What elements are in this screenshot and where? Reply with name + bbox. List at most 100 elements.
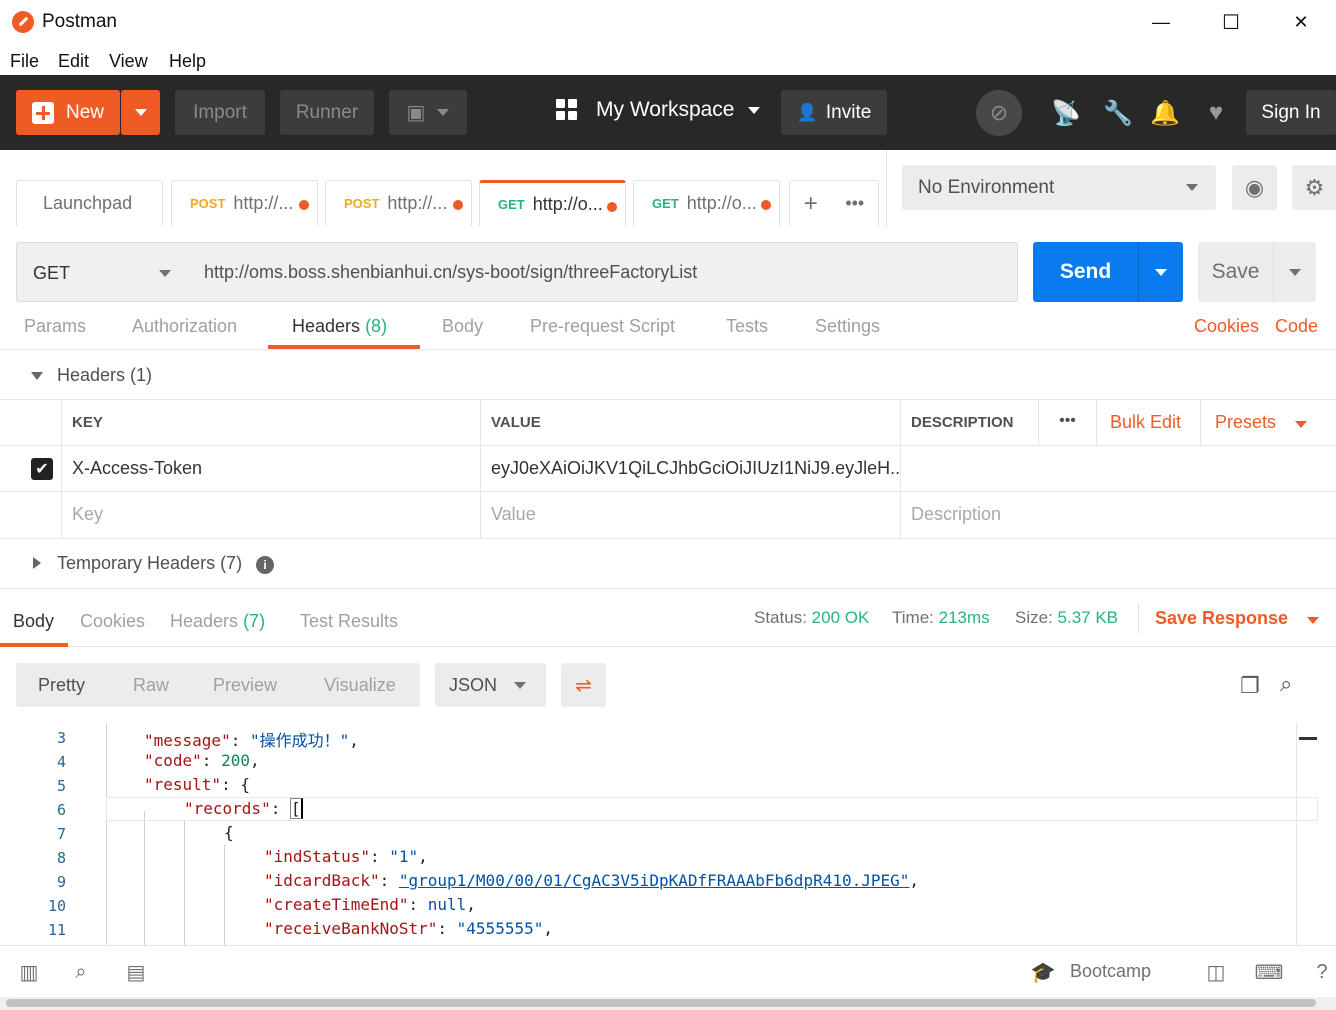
tab-body[interactable]: Body: [442, 316, 483, 337]
status-value: 200 OK: [811, 608, 870, 627]
wrench-icon[interactable]: 🔧: [1103, 99, 1133, 127]
add-tab-icon[interactable]: +: [804, 190, 818, 218]
tab-tests[interactable]: Tests: [726, 316, 768, 337]
two-pane-view-icon[interactable]: ◫: [1203, 960, 1229, 984]
tab-request[interactable]: POST http://...: [325, 180, 472, 226]
send-dropdown-button[interactable]: [1138, 242, 1183, 302]
bootcamp-link[interactable]: Bootcamp: [1070, 961, 1151, 982]
menu-edit[interactable]: Edit: [58, 51, 89, 72]
tab-request[interactable]: GET http://o...: [633, 180, 780, 226]
info-icon[interactable]: i: [256, 556, 275, 574]
environment-select[interactable]: No Environment: [902, 165, 1216, 210]
tab-request[interactable]: POST http://...: [171, 180, 318, 226]
mode-visualize[interactable]: Visualize: [324, 675, 396, 696]
search-icon[interactable]: ⌕: [1280, 671, 1292, 697]
code-line: "result": {: [144, 775, 250, 794]
save-dropdown-button[interactable]: [1273, 242, 1316, 302]
save-button[interactable]: Save: [1198, 242, 1273, 302]
chevron-down-icon: [1289, 268, 1301, 276]
table-header-row: KEY VALUE DESCRIPTION ••• Bulk Edit Pres…: [0, 399, 1336, 446]
tab-prerequest-script[interactable]: Pre-request Script: [530, 316, 675, 337]
resp-tab-headers[interactable]: Headers (7): [170, 611, 265, 632]
tab-headers[interactable]: Headers (8): [292, 316, 387, 337]
json-link[interactable]: "group1/M00/00/01/CgAC3V5iDpKADfFRAAAbFb…: [399, 871, 910, 890]
format-select[interactable]: JSON: [435, 663, 546, 707]
tab-request-active[interactable]: GET http://o...: [479, 180, 626, 226]
vertical-scrollbar[interactable]: [1296, 723, 1318, 945]
horizontal-scrollbar[interactable]: [0, 997, 1336, 1010]
workspace-selector[interactable]: My Workspace: [556, 98, 761, 122]
headers-section-toggle[interactable]: Headers (1): [0, 350, 1336, 400]
tab-method: GET: [652, 196, 679, 211]
gear-icon[interactable]: ⚙: [1292, 165, 1336, 210]
method-select[interactable]: GET: [16, 242, 190, 302]
console-icon[interactable]: ▤: [123, 960, 149, 984]
save-response-dropdown[interactable]: Save Response: [1155, 608, 1320, 629]
header-value-cell[interactable]: eyJ0eXAiOiJKV1QiLCJhbGciOiJIUzI1NiJ9.eyJ…: [480, 446, 901, 492]
keyboard-shortcuts-icon[interactable]: ⌨: [1255, 960, 1284, 984]
json-string: "4555555": [456, 919, 544, 938]
satellite-icon[interactable]: 📡: [1051, 99, 1081, 127]
resp-tab-cookies[interactable]: Cookies: [80, 611, 145, 632]
bootcamp-icon[interactable]: 🎓: [1030, 960, 1056, 984]
wrap-lines-icon[interactable]: ⇌: [561, 663, 606, 707]
tab-params[interactable]: Params: [24, 316, 86, 337]
menu-file[interactable]: File: [10, 51, 39, 72]
resp-tab-body[interactable]: Body: [13, 611, 54, 632]
import-button[interactable]: Import: [175, 90, 265, 135]
header-description-cell[interactable]: [900, 446, 1336, 492]
postman-logo-icon: [12, 11, 34, 33]
tab-authorization[interactable]: Authorization: [132, 316, 237, 337]
resp-tab-test-results[interactable]: Test Results: [300, 611, 398, 632]
sidebar-toggle-icon[interactable]: ▥: [16, 960, 42, 984]
invite-button[interactable]: 👤 Invite: [781, 90, 887, 135]
find-icon[interactable]: ⌕: [68, 960, 94, 984]
mode-preview[interactable]: Preview: [213, 675, 277, 696]
cookies-link[interactable]: Cookies: [1194, 316, 1259, 337]
new-description-input[interactable]: Description: [900, 492, 1336, 538]
mode-pretty[interactable]: Pretty: [38, 675, 85, 696]
tab-launchpad[interactable]: Launchpad: [16, 180, 163, 226]
response-toolbar: Pretty Raw Preview Visualize JSON ⇌ ❐ ⌕: [0, 647, 1336, 723]
response-body-editor[interactable]: 3 "message": "操作成功！", 4 "code": 200, 5 "…: [0, 723, 1336, 945]
new-value-input[interactable]: Value: [480, 492, 901, 538]
new-dropdown-button[interactable]: [121, 90, 160, 135]
new-key-input[interactable]: Key: [61, 492, 481, 538]
sign-in-button[interactable]: Sign In: [1246, 90, 1336, 135]
temporary-headers-toggle[interactable]: Temporary Headers (7) i: [0, 538, 1336, 588]
menu-help[interactable]: Help: [169, 51, 206, 72]
heart-icon[interactable]: ♥: [1202, 99, 1230, 127]
minimize-button[interactable]: —: [1126, 0, 1196, 44]
request-tabs-bar: Launchpad POST http://... POST http://..…: [0, 150, 886, 228]
close-button[interactable]: ✕: [1266, 0, 1336, 44]
new-button-label: New: [66, 101, 105, 123]
code-link[interactable]: Code: [1275, 316, 1318, 337]
help-icon[interactable]: ?: [1309, 960, 1335, 984]
runner-button[interactable]: Runner: [280, 90, 374, 135]
copy-icon[interactable]: ❐: [1240, 673, 1260, 699]
mode-raw[interactable]: Raw: [133, 675, 169, 696]
eye-icon[interactable]: ◉: [1232, 165, 1277, 210]
bell-icon[interactable]: 🔔: [1150, 99, 1180, 127]
tab-settings[interactable]: Settings: [815, 316, 880, 337]
headers-section-title: Headers (1): [57, 365, 153, 385]
tab-label: http://...: [233, 193, 294, 213]
json-punct: ,: [543, 919, 553, 938]
new-button[interactable]: New: [16, 90, 120, 135]
json-punct: ,: [909, 871, 920, 890]
maximize-button[interactable]: ☐: [1196, 0, 1266, 44]
send-button[interactable]: Send: [1033, 242, 1138, 302]
bulk-edit-link[interactable]: Bulk Edit: [1096, 400, 1200, 446]
new-window-button[interactable]: ▣: [389, 90, 467, 135]
sync-off-icon[interactable]: ⊘: [976, 90, 1022, 136]
scrollbar-thumb[interactable]: [6, 999, 1316, 1007]
line-number: 5: [56, 777, 66, 795]
url-input[interactable]: http://oms.boss.shenbianhui.cn/sys-boot/…: [189, 242, 1018, 302]
more-tabs-icon[interactable]: •••: [845, 193, 864, 214]
more-options-icon[interactable]: •••: [1038, 400, 1096, 446]
menu-view[interactable]: View: [109, 51, 148, 72]
workspace-grid-icon: [556, 99, 578, 121]
header-key-cell[interactable]: X-Access-Token: [61, 446, 481, 492]
presets-dropdown[interactable]: Presets: [1200, 400, 1336, 446]
header-enabled-checkbox[interactable]: ✔: [31, 458, 53, 480]
